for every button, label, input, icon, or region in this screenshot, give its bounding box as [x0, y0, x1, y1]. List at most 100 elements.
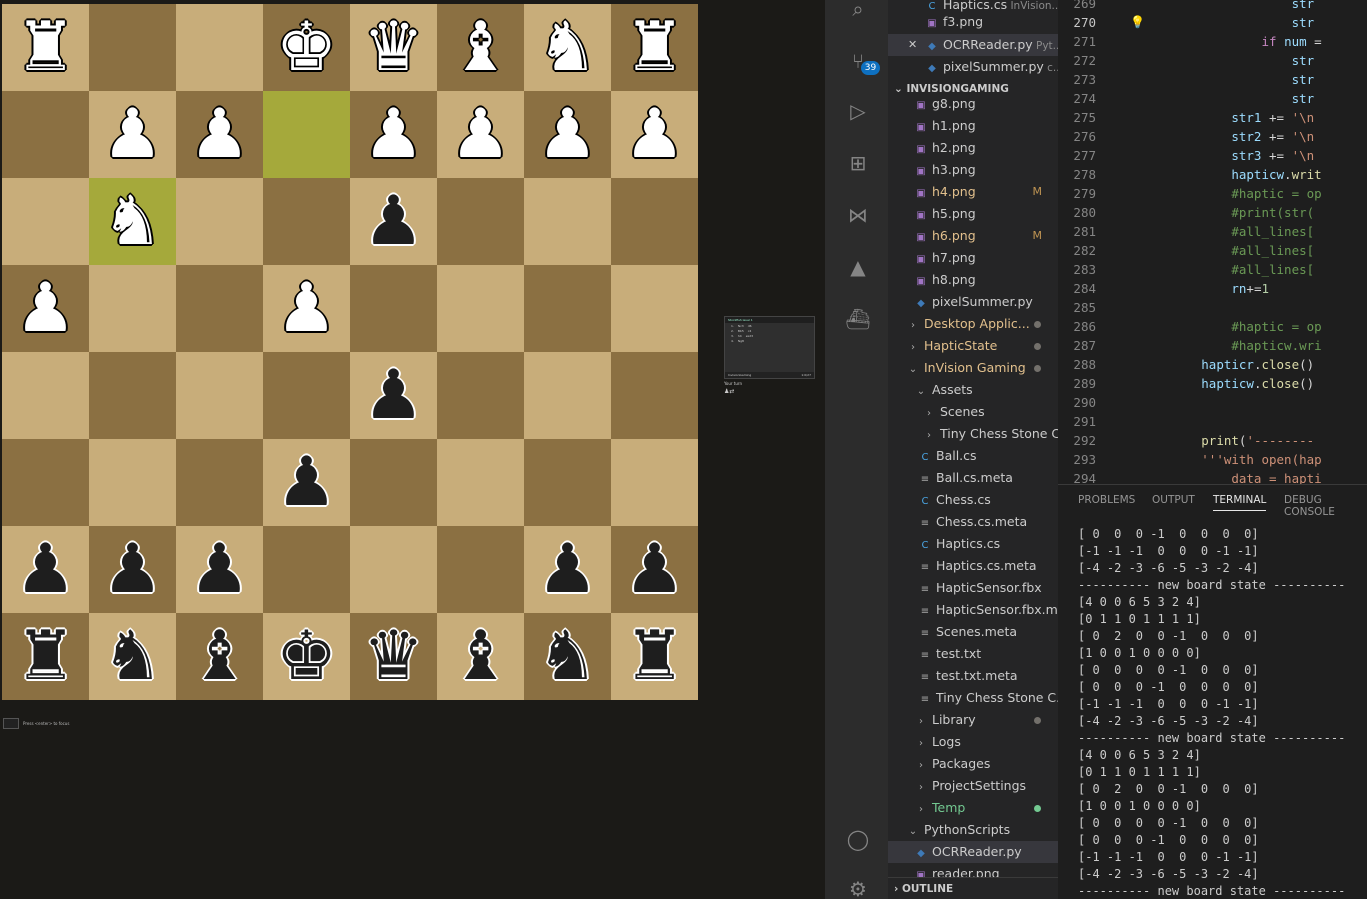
panel-tab-terminal[interactable]: TERMINAL	[1213, 494, 1267, 511]
explorer-item[interactable]: ≡ Tiny Chess Stone C...	[888, 687, 1058, 709]
explorer-item[interactable]: ▣ h4.png M	[888, 181, 1058, 203]
code-line[interactable]: hapticw.writ	[1126, 167, 1321, 182]
panel-tab-problems[interactable]: PROBLEMS	[1078, 494, 1135, 506]
board-square[interactable]	[524, 265, 611, 352]
board-square[interactable]	[611, 352, 698, 439]
chess-piece-icon[interactable]: ♞	[537, 13, 598, 82]
explorer-item[interactable]: ▣ f3.png	[888, 11, 1058, 33]
board-square[interactable]	[2, 352, 89, 439]
explorer-item[interactable]: C Haptics.cs	[888, 533, 1058, 555]
explorer-item[interactable]: ◆ pixelSummer.py	[888, 291, 1058, 313]
explorer-item[interactable]: C Chess.cs	[888, 489, 1058, 511]
chess-piece-icon[interactable]: ♟	[276, 274, 337, 343]
explorer-item[interactable]: › Packages	[888, 753, 1058, 775]
explorer-item[interactable]: ⌄ Assets	[888, 379, 1058, 401]
explorer-item[interactable]: › ProjectSettings	[888, 775, 1058, 797]
chess-piece-icon[interactable]: ♟	[537, 100, 598, 169]
board-square[interactable]: ♜	[2, 613, 89, 700]
code-line[interactable]: #all_lines[	[1126, 224, 1314, 239]
code-line[interactable]: #all_lines[	[1126, 262, 1314, 277]
board-square[interactable]	[524, 352, 611, 439]
board-square[interactable]: ♞	[89, 178, 176, 265]
account-icon[interactable]: ◯	[845, 826, 871, 852]
explorer-item[interactable]: ≡ HapticSensor.fbx.m...	[888, 599, 1058, 621]
explorer-item[interactable]: › Tiny Chess Stone C...	[888, 423, 1058, 445]
board-square[interactable]	[263, 352, 350, 439]
chess-piece-icon[interactable]: ♝	[450, 13, 511, 82]
chess-piece-icon[interactable]: ♞	[102, 622, 163, 691]
close-icon[interactable]: ✕	[908, 34, 917, 56]
search-icon[interactable]: ⌕	[845, 0, 871, 22]
board-square[interactable]: ♞	[524, 4, 611, 91]
board-square[interactable]	[437, 352, 524, 439]
board-square[interactable]	[611, 178, 698, 265]
board-square[interactable]	[437, 265, 524, 352]
code-editor[interactable]: 269 str 270 💡 str 271 if num = 272 str 273 st…	[1058, 0, 1367, 484]
explorer-item[interactable]: › Temp	[888, 797, 1058, 819]
chess-piece-icon[interactable]: ♟	[537, 535, 598, 604]
board-square[interactable]: ♟	[263, 265, 350, 352]
focus-input-box[interactable]	[3, 718, 19, 729]
board-square[interactable]	[524, 178, 611, 265]
chess-piece-icon[interactable]: ♟	[189, 535, 250, 604]
code-line[interactable]: #haptic = op	[1126, 186, 1321, 201]
chess-piece-icon[interactable]: ♟	[15, 274, 76, 343]
explorer-item[interactable]: ◆ pixelSummer.py c...	[888, 56, 1058, 78]
explorer-item[interactable]: › Desktop Applic...	[888, 313, 1058, 335]
board-square[interactable]	[524, 439, 611, 526]
code-line[interactable]: #haptic = op	[1126, 319, 1321, 334]
explorer-item[interactable]: ▣ h8.png	[888, 269, 1058, 291]
board-square[interactable]: ♝	[176, 613, 263, 700]
chess-piece-icon[interactable]: ♟	[363, 187, 424, 256]
board-square[interactable]	[89, 352, 176, 439]
code-line[interactable]: str2 += '\n	[1126, 129, 1314, 144]
code-line[interactable]: data = hapti	[1126, 471, 1321, 484]
board-square[interactable]: ♜	[611, 4, 698, 91]
board-square[interactable]: ♟	[2, 526, 89, 613]
board-square[interactable]	[263, 526, 350, 613]
explorer-item[interactable]: ≡ Ball.cs.meta	[888, 467, 1058, 489]
code-line[interactable]: str1 += '\n	[1126, 110, 1314, 125]
board-square[interactable]	[350, 439, 437, 526]
explorer-item[interactable]: ≡ Chess.cs.meta	[888, 511, 1058, 533]
chess-piece-icon[interactable]: ♞	[102, 187, 163, 256]
board-square[interactable]: ♜	[2, 4, 89, 91]
panel-tab-output[interactable]: OUTPUT	[1152, 494, 1195, 506]
board-square[interactable]	[437, 439, 524, 526]
explorer-item[interactable]: › Logs	[888, 731, 1058, 753]
chess-piece-icon[interactable]: ♝	[450, 622, 511, 691]
explorer-item[interactable]: ▣ h2.png	[888, 137, 1058, 159]
board-square[interactable]: ♟	[611, 91, 698, 178]
board-square[interactable]: ♟	[89, 526, 176, 613]
explorer-item[interactable]: ⌄ InVision Gaming	[888, 357, 1058, 379]
board-square[interactable]: ♟	[176, 526, 263, 613]
explorer-item[interactable]: ≡ Scenes.meta	[888, 621, 1058, 643]
board-square[interactable]	[263, 178, 350, 265]
code-line[interactable]: if num =	[1126, 34, 1321, 49]
code-line[interactable]: #print(str(	[1126, 205, 1314, 220]
board-square[interactable]	[437, 526, 524, 613]
explorer-item[interactable]: ▣ h5.png	[888, 203, 1058, 225]
board-square[interactable]	[176, 352, 263, 439]
board-square[interactable]: ♟	[611, 526, 698, 613]
visual-studio-icon[interactable]: ⋈	[845, 202, 871, 228]
chess-piece-icon[interactable]: ♟	[102, 100, 163, 169]
explorer-item[interactable]: ▣ h1.png	[888, 115, 1058, 137]
board-square[interactable]	[89, 4, 176, 91]
explorer-item[interactable]: ✕ ◆ OCRReader.py Pyt...	[888, 34, 1058, 56]
code-line[interactable]: print('--------	[1126, 433, 1314, 448]
board-square[interactable]: ♟	[524, 91, 611, 178]
chess-piece-icon[interactable]: ♞	[537, 622, 598, 691]
code-line[interactable]: hapticr.close()	[1126, 357, 1314, 372]
run-debug-icon[interactable]: ▷	[845, 98, 871, 124]
code-line[interactable]: str	[1126, 15, 1315, 30]
board-square[interactable]: ♚	[263, 613, 350, 700]
board-square[interactable]	[350, 526, 437, 613]
board-square[interactable]	[2, 439, 89, 526]
board-square[interactable]: ♟	[524, 526, 611, 613]
chess-board[interactable]: ♜ ♚ ♛ ♝ ♞ ♜ ♟ ♟ ♟ ♟ ♟ ♟ ♞ ♟ ♟ ♟ ♟ ♟ ♟ ♟ ♟ ♟ ♟ ♜ ♞ ♝ ♚ ♛ ♝ ♞ ♜	[2, 4, 698, 700]
chess-piece-icon[interactable]: ♟	[363, 361, 424, 430]
outline-section-header[interactable]: › OUTLINE	[888, 877, 1058, 899]
chess-piece-icon[interactable]: ♟	[189, 100, 250, 169]
explorer-item[interactable]: ▣ h3.png	[888, 159, 1058, 181]
